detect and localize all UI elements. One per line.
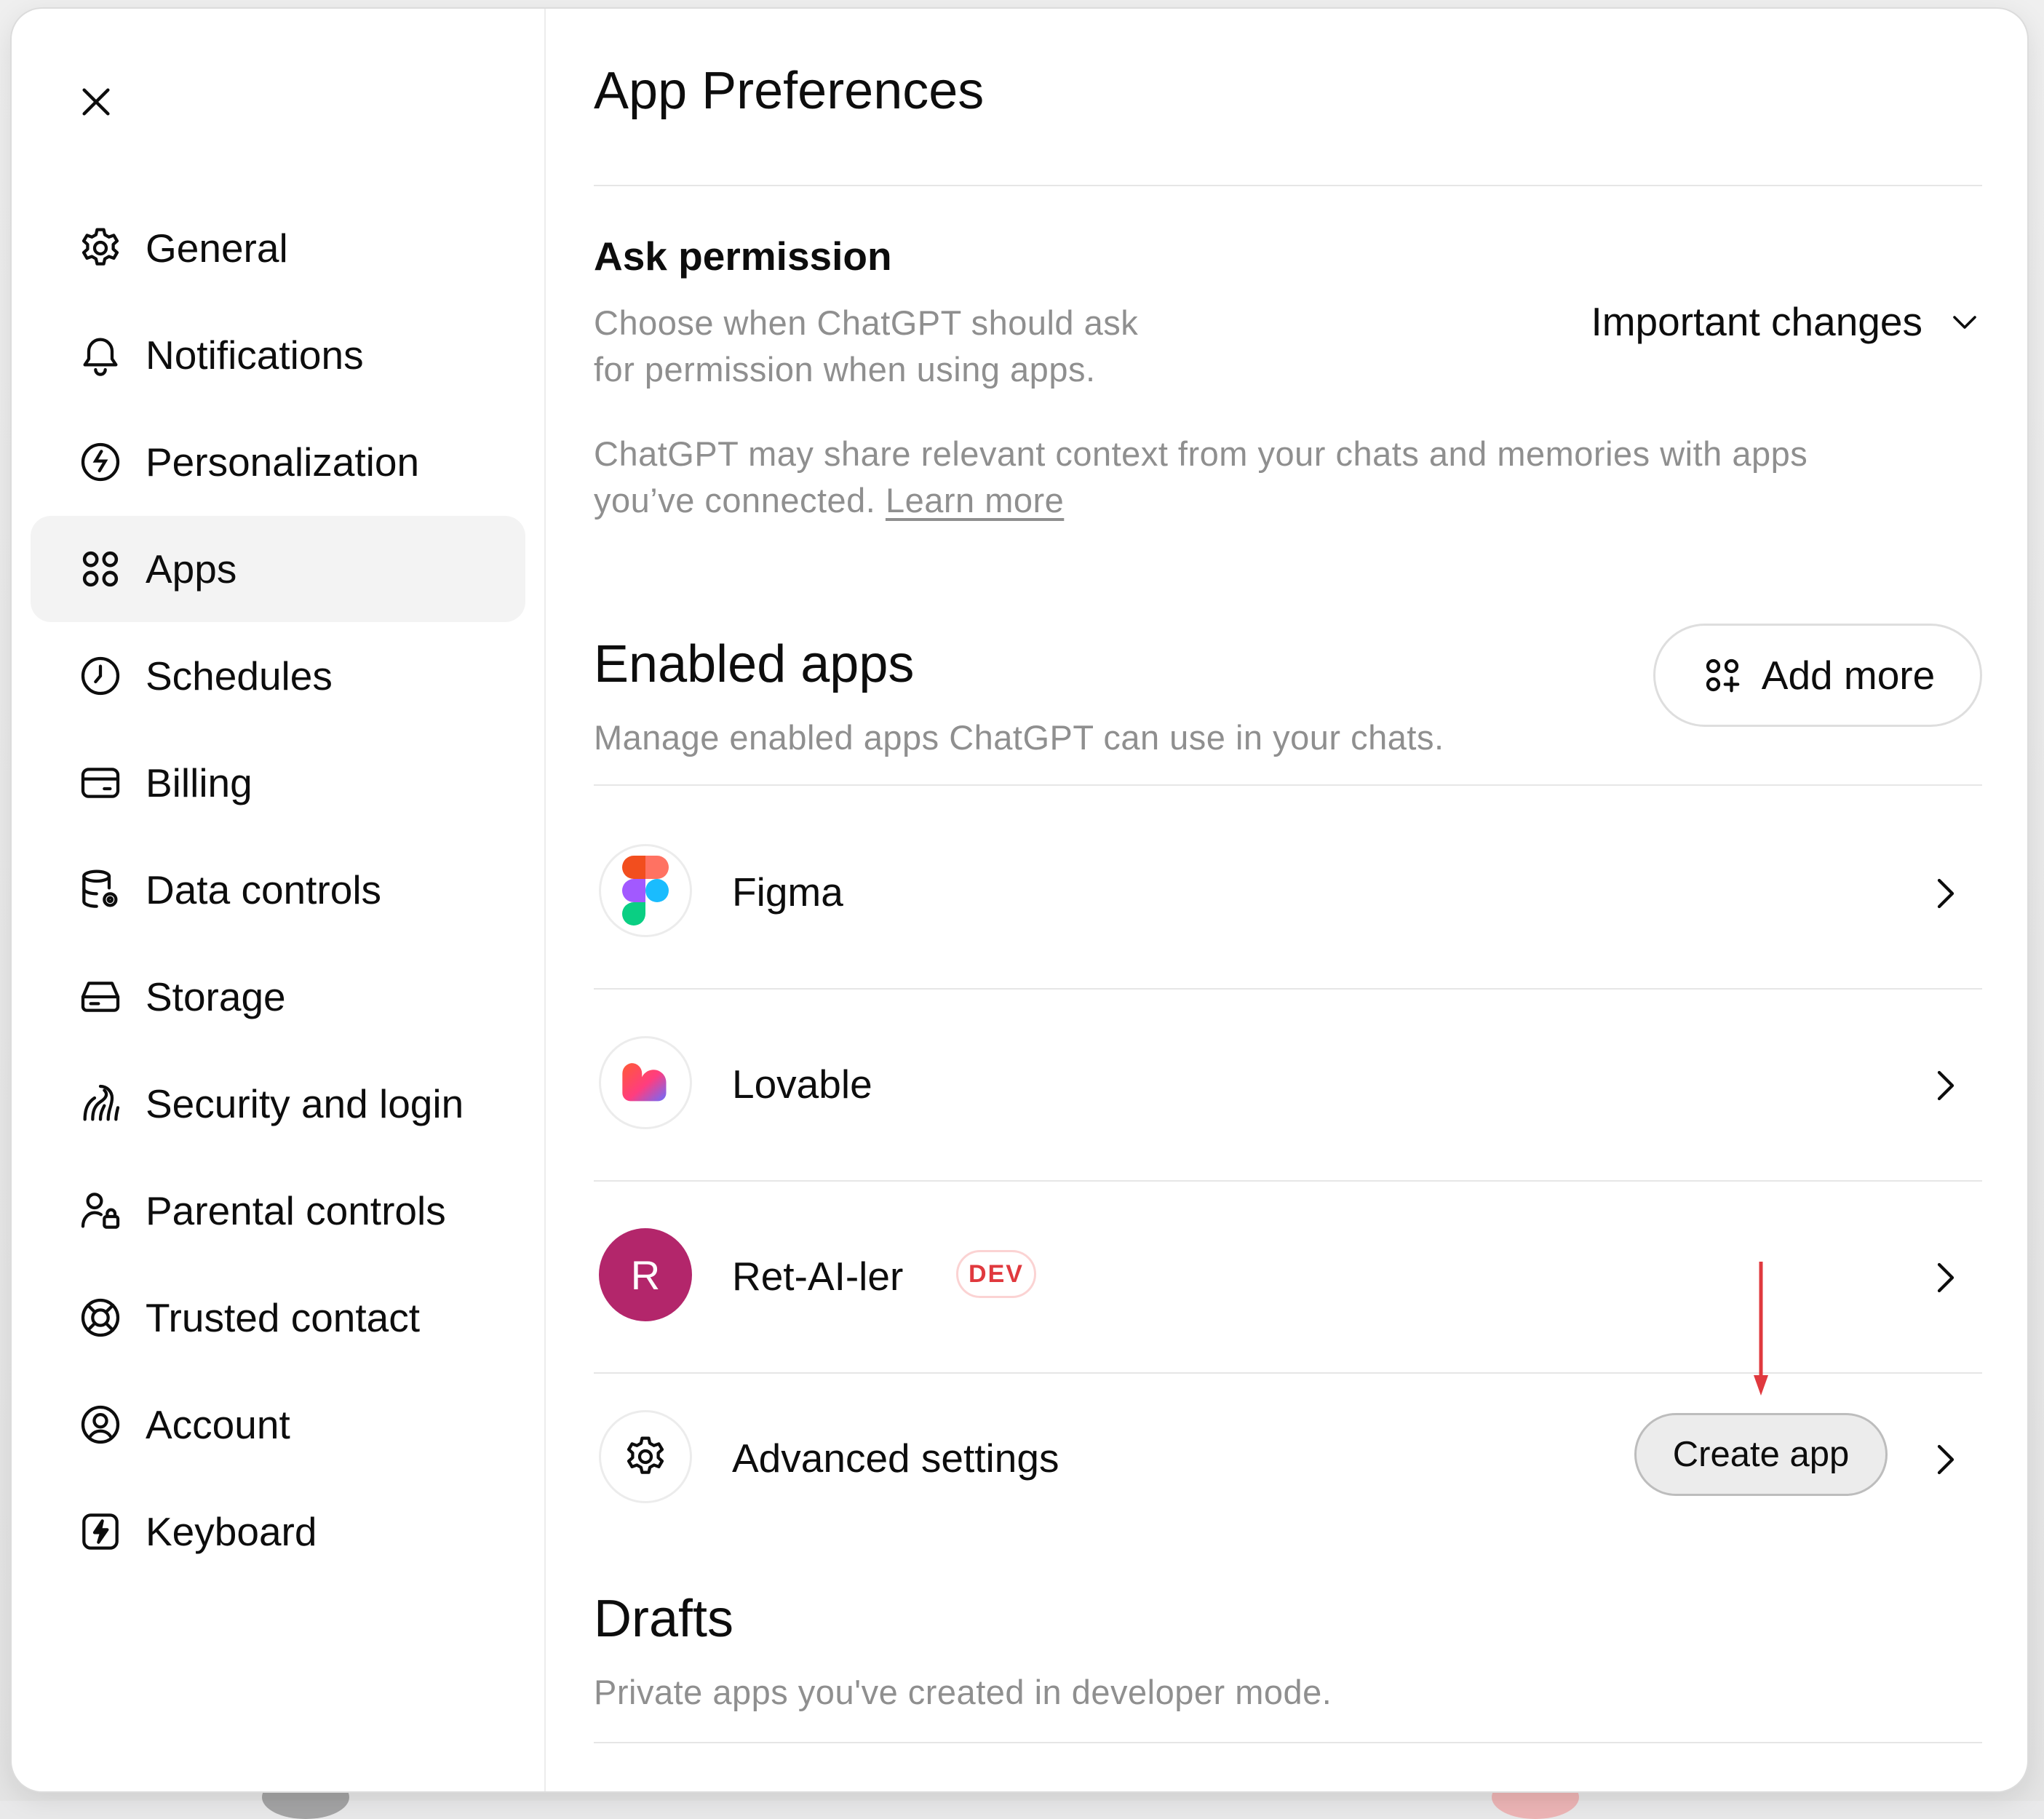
storage-drive-icon — [74, 971, 127, 1023]
chevron-right-icon — [1924, 867, 1968, 920]
sidebar-item-label: Billing — [146, 760, 252, 805]
app-row-ret-ai-ler[interactable]: R Ret-AI-ler DEV — [594, 1182, 1982, 1374]
sidebar-item-label: Personalization — [146, 439, 420, 485]
chevron-right-icon — [1924, 1251, 1968, 1304]
sidebar-item-label: Apps — [146, 546, 237, 592]
sidebar-item-label: Security and login — [146, 1081, 464, 1126]
sidebar-item-label: Parental controls — [146, 1188, 446, 1233]
sidebar-item-notifications[interactable]: Notifications — [31, 302, 525, 408]
close-button[interactable] — [70, 76, 122, 128]
lovable-logo — [599, 1036, 692, 1129]
app-row-figma[interactable]: Figma — [594, 797, 1982, 990]
sidebar-item-apps[interactable]: Apps — [31, 516, 525, 622]
permission-select-value: Important changes — [1591, 299, 1922, 344]
permission-select[interactable]: Important changes — [1591, 292, 1982, 351]
sidebar-item-schedules[interactable]: Schedules — [31, 623, 525, 729]
sidebar-item-trusted-contact[interactable]: Trusted contact — [31, 1265, 525, 1371]
sidebar-item-data-controls[interactable]: Data controls — [31, 837, 525, 943]
settings-nav: General Notifications Personalization Ap… — [31, 195, 525, 1585]
sidebar-item-label: Data controls — [146, 867, 382, 912]
drafts-subtitle: Private apps you've created in developer… — [594, 1673, 1332, 1711]
app-name: Ret-AI-ler — [732, 1254, 904, 1299]
enabled-apps-title: Enabled apps — [594, 635, 915, 693]
sidebar-item-label: Notifications — [146, 333, 364, 378]
enabled-apps-subtitle: Manage enabled apps ChatGPT can use in y… — [594, 718, 1444, 757]
ask-permission-title: Ask permission — [594, 234, 892, 279]
dev-badge: DEV — [956, 1250, 1036, 1298]
close-icon — [82, 88, 110, 116]
page-title: App Preferences — [594, 62, 985, 120]
divider — [594, 1742, 1982, 1743]
advanced-settings-row[interactable]: Advanced settings Create app — [594, 1364, 1982, 1556]
app-name: Figma — [732, 869, 843, 915]
drafts-title: Drafts — [594, 1590, 734, 1648]
parental-lock-icon — [74, 1185, 127, 1237]
gear-icon — [599, 1410, 692, 1503]
settings-content: App Preferences Ask permission Choose wh… — [594, 9, 1982, 1791]
sidebar-item-label: Trusted contact — [146, 1295, 421, 1340]
sidebar-item-label: Account — [146, 1402, 290, 1447]
app-avatar: R — [599, 1228, 692, 1321]
security-icon — [74, 1078, 127, 1130]
chevron-right-icon — [1924, 1059, 1968, 1112]
add-apps-icon — [1706, 658, 1740, 693]
sidebar-item-account[interactable]: Account — [31, 1372, 525, 1478]
sidebar-item-billing[interactable]: Billing — [31, 730, 525, 836]
account-circle-icon — [74, 1398, 127, 1451]
settings-dialog: General Notifications Personalization Ap… — [12, 9, 2027, 1791]
app-row-lovable[interactable]: Lovable — [594, 990, 1982, 1182]
chevron-down-icon — [1953, 316, 1976, 329]
gear-icon — [74, 222, 127, 274]
sidebar-item-personalization[interactable]: Personalization — [31, 409, 525, 515]
sidebar-item-label: Schedules — [146, 653, 333, 698]
clock-icon — [74, 650, 127, 702]
add-more-button[interactable]: Add more — [1653, 624, 1982, 727]
lifebuoy-icon — [74, 1291, 127, 1344]
ask-permission-description: Choose when ChatGPT should ask for permi… — [594, 303, 1139, 389]
credit-card-icon — [74, 757, 127, 809]
sidebar-item-label: General — [146, 226, 288, 271]
settings-sidebar: General Notifications Personalization Ap… — [12, 9, 546, 1791]
add-more-label: Add more — [1761, 653, 1936, 698]
keyboard-bolt-icon — [74, 1505, 127, 1558]
context-sharing-note: ChatGPT may share relevant context from … — [594, 434, 1808, 520]
create-app-button[interactable]: Create app — [1634, 1413, 1888, 1496]
apps-grid-icon — [74, 543, 127, 595]
sidebar-item-keyboard[interactable]: Keyboard — [31, 1478, 525, 1585]
personalization-icon — [74, 436, 127, 488]
figma-logo — [599, 844, 692, 937]
database-gear-icon — [74, 864, 127, 916]
sidebar-item-label: Keyboard — [146, 1509, 317, 1554]
learn-more-link[interactable]: Learn more — [886, 481, 1064, 520]
chevron-right-icon — [1924, 1433, 1968, 1486]
divider — [594, 784, 1982, 786]
bell-icon — [74, 329, 127, 381]
divider — [594, 185, 1982, 186]
advanced-settings-label: Advanced settings — [732, 1436, 1059, 1481]
sidebar-item-label: Storage — [146, 974, 286, 1019]
sidebar-item-storage[interactable]: Storage — [31, 944, 525, 1050]
sidebar-item-general[interactable]: General — [31, 195, 525, 301]
app-name: Lovable — [732, 1062, 872, 1107]
sidebar-item-security[interactable]: Security and login — [31, 1051, 525, 1157]
sidebar-item-parental-controls[interactable]: Parental controls — [31, 1158, 525, 1264]
